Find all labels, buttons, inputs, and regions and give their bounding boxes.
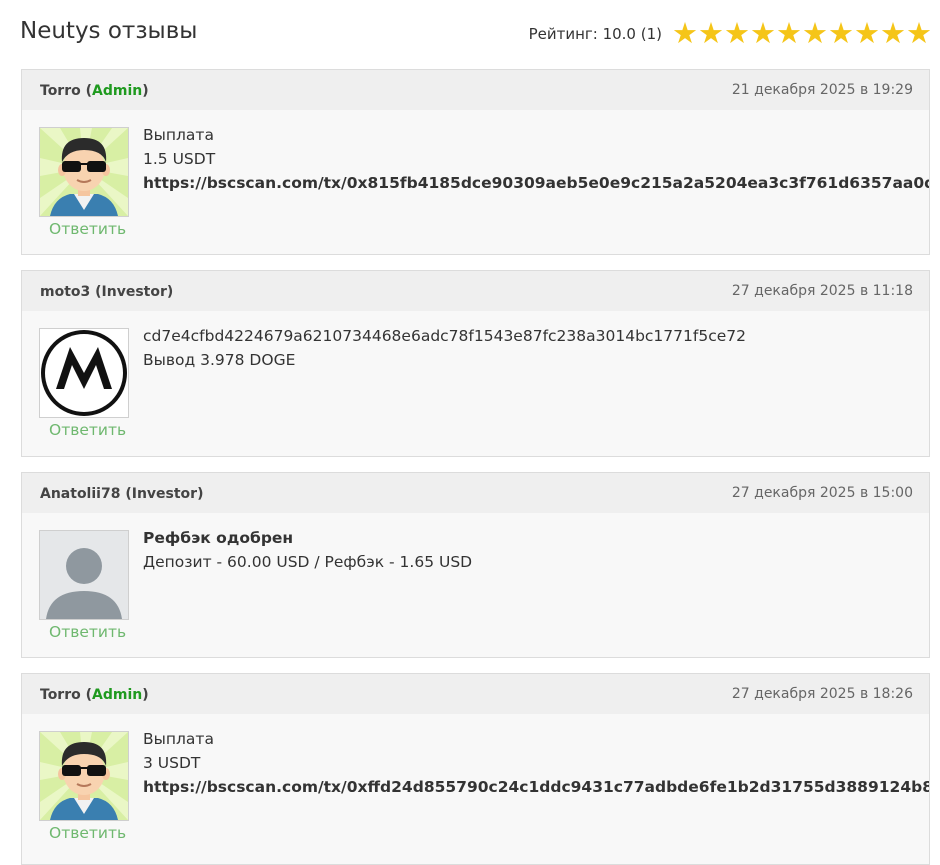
review-header: Torro (Admin) 27 декабря 2025 в 18:26 bbox=[22, 674, 929, 714]
review-text: Выплата 1.5 USDT https://bscscan.com/tx/… bbox=[143, 123, 929, 195]
review-card: Torro (Admin) 27 декабря 2025 в 18:26 От… bbox=[21, 673, 930, 865]
author-role: Investor bbox=[101, 284, 167, 300]
author-name[interactable]: Torro bbox=[40, 83, 81, 99]
author-role: Admin bbox=[92, 687, 143, 703]
review-date: 27 декабря 2025 в 18:26 bbox=[731, 686, 913, 702]
review-card: Anatolii78 (Investor) 27 декабря 2025 в … bbox=[21, 472, 930, 658]
reply-link[interactable]: Ответить bbox=[49, 824, 126, 842]
review-author: Torro (Admin) bbox=[40, 83, 149, 99]
avatar bbox=[39, 127, 129, 217]
review-line: cd7e4cfbd4224679a6210734468e6adc78f1543e… bbox=[143, 327, 746, 345]
avatar bbox=[39, 530, 129, 620]
star-icon: ★ bbox=[802, 16, 828, 50]
review-header: Torro (Admin) 21 декабря 2025 в 19:29 bbox=[22, 70, 929, 110]
review-header: Anatolii78 (Investor) 27 декабря 2025 в … bbox=[22, 473, 929, 513]
star-icon: ★ bbox=[724, 16, 750, 50]
reply-link[interactable]: Ответить bbox=[49, 623, 126, 641]
review-date: 21 декабря 2025 в 19:29 bbox=[731, 82, 913, 98]
review-author: moto3 (Investor) bbox=[40, 284, 174, 300]
review-date: 27 декабря 2025 в 11:18 bbox=[731, 283, 913, 299]
star-rating: ★ ★ ★ ★ ★ ★ ★ ★ ★ ★ bbox=[672, 19, 932, 48]
star-icon: ★ bbox=[854, 16, 880, 50]
star-icon: ★ bbox=[698, 16, 724, 50]
star-icon: ★ bbox=[906, 16, 932, 50]
review-line: 1.5 USDT bbox=[143, 150, 216, 168]
avatar bbox=[39, 328, 129, 418]
review-author: Anatolii78 (Investor) bbox=[40, 486, 204, 502]
author-name[interactable]: Torro bbox=[40, 687, 81, 703]
reply-link[interactable]: Ответить bbox=[49, 421, 126, 439]
review-line: Выплата bbox=[143, 730, 214, 748]
rating-text: Рейтинг: 10.0 (1) bbox=[528, 24, 662, 43]
author-name[interactable]: moto3 bbox=[40, 284, 90, 300]
star-icon: ★ bbox=[750, 16, 776, 50]
review-header: moto3 (Investor) 27 декабря 2025 в 11:18 bbox=[22, 271, 929, 311]
review-text: Рефбэк одобрен Депозит - 60.00 USD / Реф… bbox=[143, 526, 472, 574]
review-author: Torro (Admin) bbox=[40, 687, 149, 703]
star-icon: ★ bbox=[776, 16, 802, 50]
avatar bbox=[39, 731, 129, 821]
review-card: Torro (Admin) 21 декабря 2025 в 19:29 От… bbox=[21, 69, 930, 255]
review-card: moto3 (Investor) 27 декабря 2025 в 11:18… bbox=[21, 270, 930, 457]
review-line: Выплата bbox=[143, 126, 214, 144]
transaction-link[interactable]: https://bscscan.com/tx/0xffd24d855790c24… bbox=[143, 775, 929, 799]
default-user-avatar-icon bbox=[40, 531, 128, 619]
transaction-link[interactable]: https://bscscan.com/tx/0x815fb4185dce903… bbox=[143, 171, 929, 195]
review-text: Выплата 3 USDT https://bscscan.com/tx/0x… bbox=[143, 727, 929, 799]
star-icon: ★ bbox=[828, 16, 854, 50]
author-role: Admin bbox=[92, 83, 143, 99]
cartoon-man-sunglasses-avatar-icon bbox=[40, 128, 128, 216]
review-line: 3 USDT bbox=[143, 754, 201, 772]
review-text: cd7e4cfbd4224679a6210734468e6adc78f1543e… bbox=[143, 324, 746, 372]
author-name[interactable]: Anatolii78 bbox=[40, 486, 120, 502]
review-date: 27 декабря 2025 в 15:00 bbox=[731, 485, 913, 501]
reply-link[interactable]: Ответить bbox=[49, 220, 126, 238]
rating-summary: Рейтинг: 10.0 (1) ★ ★ ★ ★ ★ ★ ★ ★ ★ ★ bbox=[529, 19, 932, 48]
cartoon-man-sunglasses-avatar-icon bbox=[40, 732, 128, 820]
star-icon: ★ bbox=[672, 16, 698, 50]
page-title: Neutys отзывы bbox=[20, 18, 198, 44]
page-header: Neutys отзывы Рейтинг: 10.0 (1) ★ ★ ★ ★ ★ ★ ★ ★… bbox=[0, 0, 940, 68]
review-line: Вывод 3.978 DOGE bbox=[143, 351, 296, 369]
motorola-logo-avatar-icon bbox=[40, 329, 128, 417]
review-line: Рефбэк одобрен bbox=[143, 529, 294, 547]
review-line: Депозит - 60.00 USD / Рефбэк - 1.65 USD bbox=[143, 553, 473, 571]
star-icon: ★ bbox=[880, 16, 906, 50]
author-role: Investor bbox=[131, 486, 198, 502]
